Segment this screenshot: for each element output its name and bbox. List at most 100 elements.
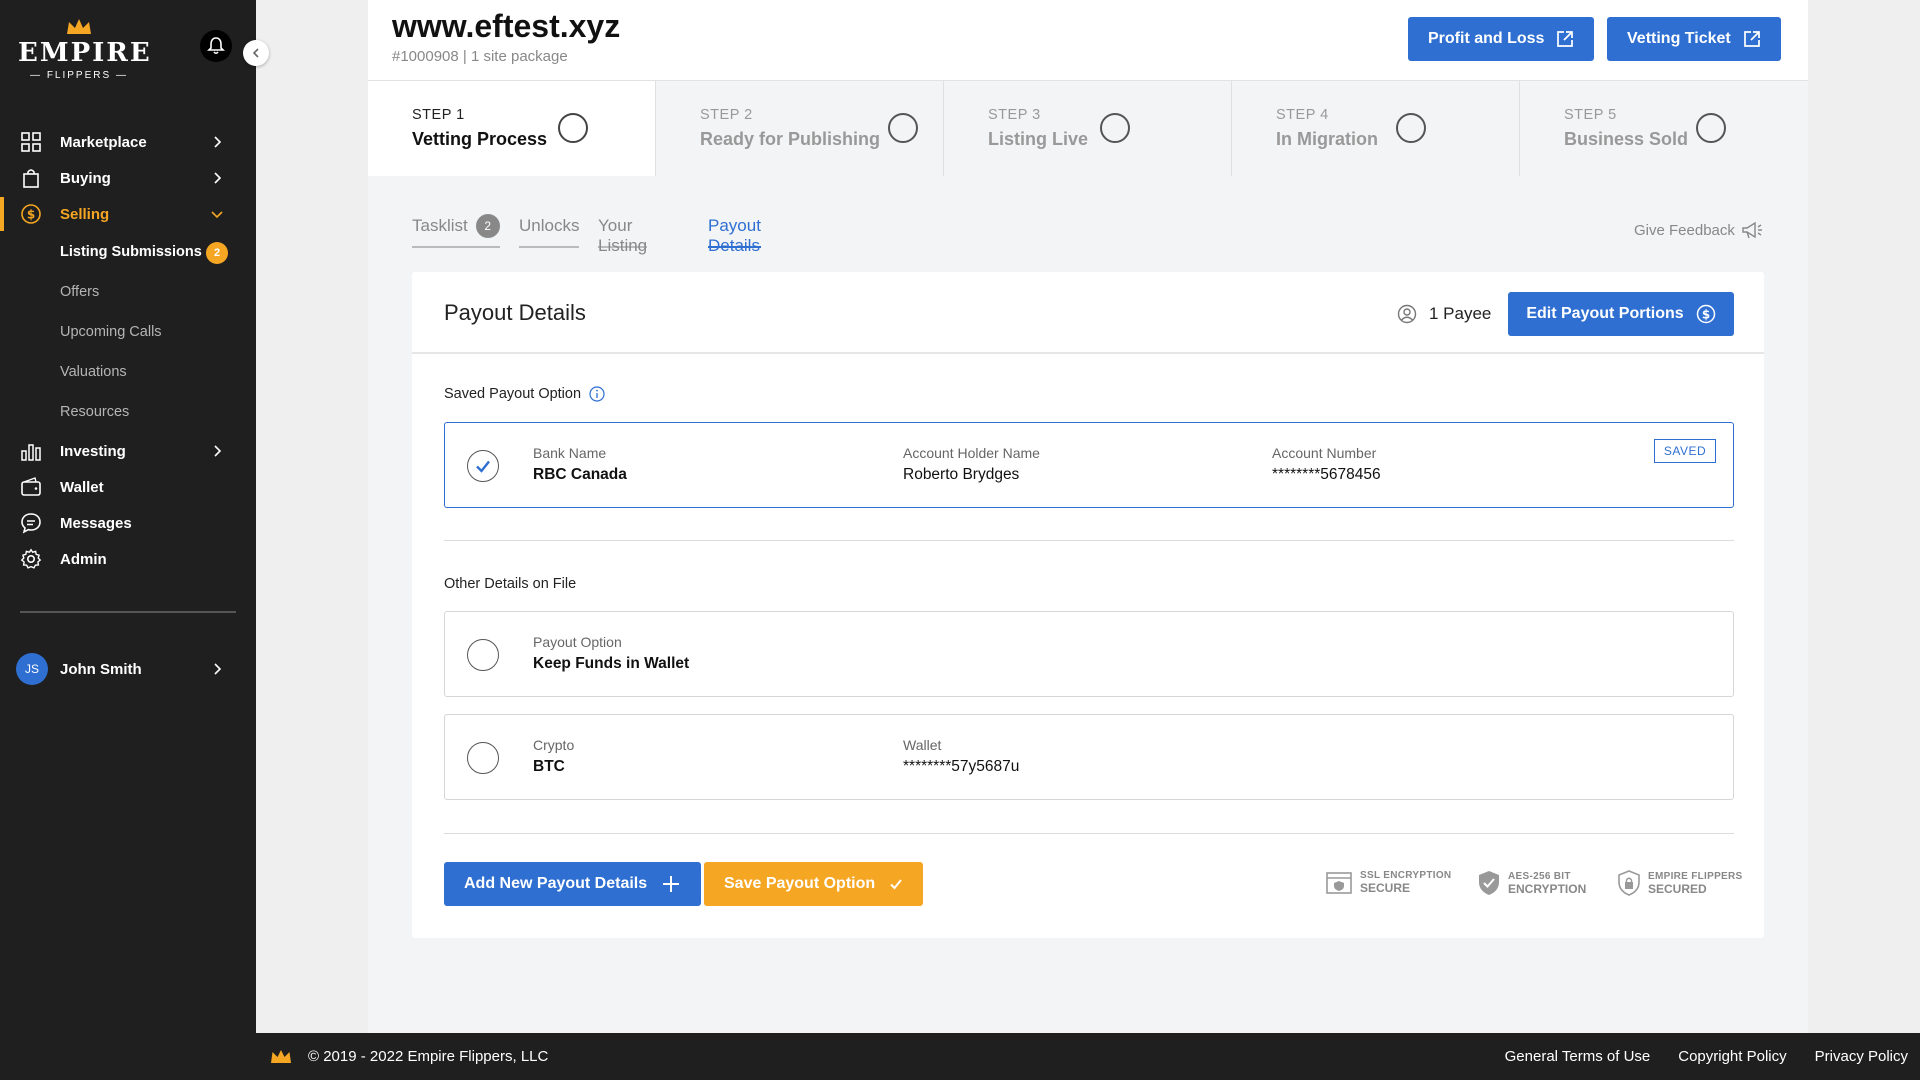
user-menu[interactable]: JS John Smith: [16, 652, 246, 686]
save-payout-option-button[interactable]: Save Payout Option: [704, 862, 924, 906]
profit-and-loss-label: Profit and Loss: [1428, 30, 1545, 47]
account-holder-value: Roberto Brydges: [903, 466, 1020, 483]
account-number-label: Account Number: [1272, 445, 1377, 461]
external-link-icon: [1743, 31, 1760, 47]
payee-count-label: 1 Payee: [1429, 304, 1492, 323]
other-details-heading: Other Details on File: [444, 576, 577, 592]
saved-badge: SAVED: [1654, 439, 1716, 463]
account-number-value: ********5678456: [1272, 466, 1381, 483]
tab-payout-details[interactable]: Payout Details: [708, 216, 761, 255]
sidebar-item-investing[interactable]: Investing: [0, 434, 256, 468]
sidebar-item-label: Selling: [60, 205, 110, 223]
sidebar-divider: [20, 611, 236, 613]
ssl-encryption-badge: SSL ENCRYPTION SECURE: [1326, 870, 1451, 895]
bank-name-value: RBC Canada: [533, 466, 627, 483]
sidebar-item-label: Wallet: [60, 478, 104, 496]
chevron-down-icon: [211, 211, 223, 219]
sidebar-item-messages[interactable]: Messages: [0, 506, 256, 540]
sidebar-item-wallet[interactable]: Wallet: [0, 470, 256, 504]
page-header: www.eftest.xyz #1000908 | 1 site package…: [368, 0, 1808, 80]
give-feedback-link[interactable]: Give Feedback: [1634, 220, 1763, 240]
privacy-policy-link[interactable]: Privacy Policy: [1815, 1048, 1908, 1065]
payout-option-radio[interactable]: [467, 742, 499, 774]
chevron-right-icon: [214, 172, 222, 184]
sidebar-item-label: Admin: [60, 550, 107, 568]
add-new-payout-label: Add New Payout Details: [464, 875, 648, 892]
payout-details-card: Payout Details 1 Payee Edit Payout Porti…: [412, 272, 1764, 938]
step-in-migration[interactable]: STEP 4 In Migration: [1232, 81, 1520, 176]
badge-line1: EMPIRE FLIPPERS: [1648, 870, 1743, 882]
tab-tasklist[interactable]: Tasklist 2: [412, 214, 500, 248]
step-business-sold[interactable]: STEP 5 Business Sold: [1520, 81, 1808, 176]
empire-flippers-secured-badge: EMPIRE FLIPPERS SECURED: [1618, 870, 1743, 896]
sidebar-item-label: Investing: [60, 442, 126, 460]
main-panel: www.eftest.xyz #1000908 | 1 site package…: [368, 0, 1808, 1033]
badge-line2: ENCRYPTION: [1508, 881, 1587, 896]
step-listing-live[interactable]: STEP 3 Listing Live: [944, 81, 1232, 176]
external-link-icon: [1557, 31, 1574, 47]
edit-payout-portions-button[interactable]: Edit Payout Portions $: [1508, 292, 1734, 336]
copyright-text: © 2019 - 2022 Empire Flippers, LLC: [308, 1048, 549, 1065]
grid-icon: [21, 132, 41, 152]
step-name: Listing Live: [988, 129, 1089, 149]
sidebar-item-admin[interactable]: Admin: [0, 542, 256, 576]
terms-of-use-link[interactable]: General Terms of Use: [1505, 1048, 1651, 1065]
sidebar-subitem-upcoming-calls[interactable]: Upcoming Calls: [60, 324, 162, 340]
badge-line1: AES-256 BIT: [1508, 870, 1571, 882]
listing-submissions-count-badge: 2: [206, 242, 228, 264]
shield-check-icon: [1479, 871, 1499, 895]
payout-option-radio[interactable]: [467, 639, 499, 671]
progress-steps: STEP 1 Vetting Process STEP 2 Ready for …: [368, 80, 1808, 176]
tab-your-listing[interactable]: Your Listing: [598, 216, 648, 255]
sidebar-item-selling[interactable]: $ Selling: [0, 197, 256, 231]
section-divider: [444, 540, 1734, 541]
bank-name-label: Bank Name: [533, 445, 607, 461]
step-vetting-process[interactable]: STEP 1 Vetting Process: [368, 81, 656, 176]
sidebar-subitem-offers[interactable]: Offers: [60, 284, 99, 300]
shopping-bag-icon: [23, 169, 39, 188]
step-number: STEP 3: [988, 107, 1041, 123]
bar-chart-icon: [21, 444, 41, 461]
crypto-label: Crypto: [533, 737, 575, 753]
payout-option-value: Keep Funds in Wallet: [533, 655, 690, 672]
tab-label: Tasklist: [412, 216, 468, 235]
sidebar-subitem-valuations[interactable]: Valuations: [60, 364, 127, 380]
payout-option-crypto[interactable]: Crypto BTC Wallet ********57y5687u: [444, 714, 1734, 800]
saved-payout-option-bank[interactable]: Bank Name RBC Canada Account Holder Name…: [444, 422, 1734, 508]
crypto-value: BTC: [533, 758, 565, 775]
step-ready-for-publishing[interactable]: STEP 2 Ready for Publishing: [656, 81, 944, 176]
notifications-bell-icon[interactable]: [200, 30, 232, 62]
sidebar-collapse-button[interactable]: [243, 40, 269, 66]
chevron-right-icon: [214, 445, 222, 457]
checkmark-icon: [476, 460, 490, 473]
step-name: Business Sold: [1564, 129, 1689, 149]
vetting-ticket-button[interactable]: Vetting Ticket: [1607, 17, 1781, 61]
listing-subtitle: #1000908 | 1 site package: [392, 48, 568, 65]
sidebar-item-buying[interactable]: Buying: [0, 161, 256, 195]
tasklist-count-badge: 2: [475, 214, 500, 238]
wallet-icon: [21, 477, 41, 496]
add-new-payout-details-button[interactable]: Add New Payout Details: [444, 862, 702, 906]
sidebar-item-marketplace[interactable]: Marketplace: [0, 125, 256, 159]
avatar: JS: [16, 653, 48, 685]
empire-flippers-logo[interactable]: EMPIRE — FLIPPERS —: [18, 18, 150, 88]
payout-option-radio-checked[interactable]: [467, 450, 499, 482]
step-status-circle-icon: [1396, 113, 1426, 143]
copyright-policy-link[interactable]: Copyright Policy: [1678, 1048, 1786, 1065]
info-icon[interactable]: [589, 386, 605, 402]
sidebar-item-label: Messages: [60, 514, 132, 532]
profit-and-loss-button[interactable]: Profit and Loss: [1408, 17, 1595, 61]
sidebar-subitem-resources[interactable]: Resources: [60, 404, 129, 420]
payout-option-wallet[interactable]: Payout Option Keep Funds in Wallet: [444, 611, 1734, 697]
user-circle-icon: [1397, 304, 1417, 324]
ssl-browser-icon: [1326, 871, 1352, 894]
section-divider: [444, 833, 1734, 834]
svg-text:$: $: [1701, 308, 1709, 322]
sidebar-item-label: Marketplace: [60, 133, 147, 151]
wallet-value: ********57y5687u: [903, 758, 1020, 775]
sidebar-item-label: Buying: [60, 169, 111, 187]
plus-icon: [663, 876, 680, 892]
sidebar-subitem-listing-submissions[interactable]: Listing Submissions: [60, 244, 202, 260]
tab-unlocks[interactable]: Unlocks: [519, 216, 580, 248]
payout-option-label: Payout Option: [533, 634, 622, 650]
